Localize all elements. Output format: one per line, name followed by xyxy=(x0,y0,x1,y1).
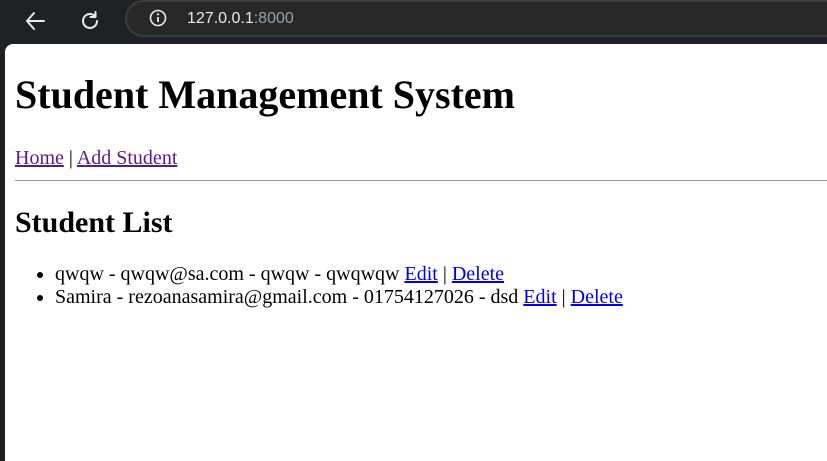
reload-icon xyxy=(82,11,98,29)
nav-separator: | xyxy=(68,147,73,169)
add-student-link[interactable]: Add Student xyxy=(77,147,178,169)
delete-link[interactable]: Delete xyxy=(452,263,504,285)
reload-button[interactable] xyxy=(75,6,105,36)
url-port: :8000 xyxy=(253,10,294,27)
list-item: Samira - rezoanasamira@gmail.com - 01754… xyxy=(55,286,827,309)
link-separator: | xyxy=(442,263,447,285)
list-item: qwqw - qwqw@sa.com - qwqw - qwqwqw Edit … xyxy=(55,263,827,286)
page-viewport: Student Management System Home | Add Stu… xyxy=(5,44,827,461)
edit-link[interactable]: Edit xyxy=(404,263,437,285)
delete-link[interactable]: Delete xyxy=(571,286,623,308)
student-info: Samira - rezoanasamira@gmail.com - 01754… xyxy=(55,286,519,308)
link-separator: | xyxy=(561,286,566,308)
edit-link[interactable]: Edit xyxy=(523,286,556,308)
arrow-left-icon xyxy=(26,12,45,30)
divider xyxy=(15,180,827,181)
section-title: Student List xyxy=(15,206,173,239)
browser-toolbar: 127.0.0.1:8000 xyxy=(0,0,827,44)
url-host: 127.0.0.1 xyxy=(187,10,254,27)
back-button[interactable] xyxy=(20,6,50,36)
student-info: qwqw - qwqw@sa.com - qwqw - qwqwqw xyxy=(55,263,400,285)
page-title: Student Management System xyxy=(15,72,515,117)
nav-links: Home | Add Student xyxy=(15,146,827,170)
home-link[interactable]: Home xyxy=(15,147,64,169)
student-list: qwqw - qwqw@sa.com - qwqw - qwqwqw Edit … xyxy=(15,263,827,309)
address-bar[interactable]: 127.0.0.1:8000 xyxy=(125,0,827,37)
page-content: Student Management System Home | Add Stu… xyxy=(15,44,827,309)
url-text[interactable]: 127.0.0.1:8000 xyxy=(187,10,294,28)
info-icon[interactable] xyxy=(149,9,167,27)
